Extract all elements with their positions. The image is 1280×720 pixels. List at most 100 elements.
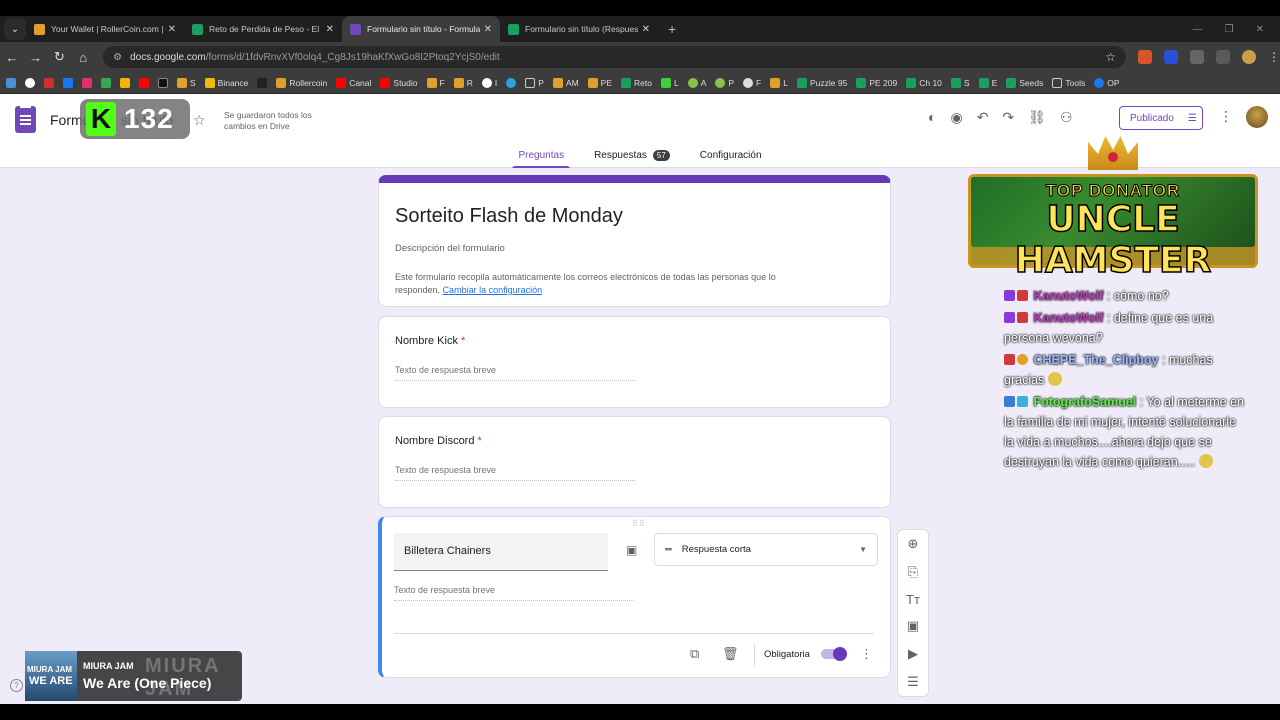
reload-icon[interactable]: ↻ xyxy=(48,49,72,65)
bookmark-item[interactable]: Ch 10 xyxy=(906,77,942,88)
minimize-icon[interactable]: — xyxy=(1193,24,1203,35)
drag-handle-icon[interactable]: ⠿⠿ xyxy=(632,519,646,528)
bookmark-favicon-icon xyxy=(587,77,598,88)
help-icon[interactable]: ? xyxy=(10,679,23,692)
bookmark-item[interactable] xyxy=(158,77,168,88)
avatar[interactable] xyxy=(1246,106,1268,128)
add-title-icon[interactable]: Tт xyxy=(906,592,920,607)
close-tab-icon[interactable]: ✕ xyxy=(326,24,334,35)
extension-fox-icon[interactable] xyxy=(1137,50,1152,64)
bookmark-item[interactable]: Puzzle 95 xyxy=(796,77,847,88)
bookmark-item[interactable]: L xyxy=(660,77,679,88)
bookmark-item[interactable]: L xyxy=(770,77,788,88)
browser-tab-rollercoin[interactable]: Your Wallet | RollerCoin.com | T ✕ xyxy=(26,16,184,42)
bookmark-item[interactable] xyxy=(63,77,73,88)
form-title[interactable]: Sorteito Flash de Monday xyxy=(395,205,623,228)
tab-search-dropdown[interactable]: ⌄ xyxy=(4,18,26,40)
palette-icon[interactable]: ◐ xyxy=(928,109,936,126)
add-question-icon[interactable]: ⊕ xyxy=(908,536,919,552)
bookmark-item[interactable]: A xyxy=(687,77,706,88)
new-tab-icon[interactable]: + xyxy=(668,21,676,37)
form-description[interactable]: Descripción del formulario xyxy=(395,243,505,254)
close-tab-icon[interactable]: ✕ xyxy=(484,24,492,35)
browser-toolbar: ← → ↻ ⌂ ⚙ docs.google.com/forms/d/1fdvRn… xyxy=(0,42,1280,72)
published-button[interactable]: Publicado ☰ xyxy=(1119,106,1203,130)
bookmark-item[interactable]: OP xyxy=(1094,77,1119,88)
browser-tab-forms[interactable]: Formulario sin título - Formula ✕ xyxy=(342,16,500,42)
profile-avatar-icon[interactable] xyxy=(1241,50,1256,64)
import-questions-icon[interactable]: ⎘ xyxy=(908,564,918,580)
question-card[interactable]: Nombre Kick * Texto de respuesta breve xyxy=(378,316,891,408)
required-toggle[interactable] xyxy=(821,647,847,661)
more-options-icon[interactable]: ⋮ xyxy=(860,646,873,662)
bookmark-item[interactable]: R xyxy=(453,77,473,88)
bookmark-item[interactable]: Binance xyxy=(204,77,248,88)
bookmark-item[interactable]: Canal xyxy=(336,77,371,88)
close-tab-icon[interactable]: ✕ xyxy=(168,24,176,35)
tab-questions[interactable]: Preguntas xyxy=(512,148,570,169)
sidepanel-icon[interactable] xyxy=(1215,50,1230,64)
home-icon[interactable]: ⌂ xyxy=(71,50,95,65)
bookmark-item[interactable] xyxy=(257,77,268,88)
bookmark-item[interactable]: Seeds xyxy=(1006,77,1043,88)
site-info-icon[interactable]: ⚙ xyxy=(113,52,122,63)
bookmark-item[interactable]: S xyxy=(950,77,970,88)
browser-tab-responses[interactable]: Formulario sin título (Respuesta ✕ xyxy=(500,16,658,42)
more-options-icon[interactable]: ⋮ xyxy=(1219,108,1233,125)
bookmark-item[interactable]: Reto xyxy=(621,77,652,88)
add-image-icon[interactable]: ▣ xyxy=(626,543,637,557)
bookmark-item[interactable]: E xyxy=(978,77,997,88)
redo-icon[interactable]: ↷ xyxy=(1002,109,1014,126)
question-type-select[interactable]: ═ Respuesta corta ▼ xyxy=(654,533,878,566)
tab-settings[interactable]: Configuración xyxy=(694,148,768,169)
add-collaborator-icon[interactable]: ⚇ xyxy=(1060,109,1073,126)
bookmark-item[interactable]: PE 209 xyxy=(856,77,897,88)
bookmark-item[interactable] xyxy=(44,77,54,88)
bookmark-item[interactable]: I xyxy=(481,77,497,88)
bookmark-item[interactable] xyxy=(82,77,92,88)
tab-responses[interactable]: Respuestas 57 xyxy=(588,148,676,169)
close-window-icon[interactable]: ✕ xyxy=(1256,24,1264,35)
bookmark-item[interactable] xyxy=(25,77,35,88)
bookmark-item[interactable]: AM xyxy=(552,77,579,88)
restore-icon[interactable]: ❐ xyxy=(1225,24,1234,35)
form-title-card[interactable]: Sorteito Flash de Monday Descripción del… xyxy=(378,175,891,307)
bookmark-star-icon[interactable]: ☆ xyxy=(1105,50,1116,64)
bookmark-item[interactable]: Studio xyxy=(380,77,418,88)
bookmark-item[interactable] xyxy=(506,77,517,88)
bookmark-item[interactable]: Tools xyxy=(1052,77,1085,88)
back-icon[interactable]: ← xyxy=(0,50,24,65)
bookmark-item[interactable] xyxy=(101,77,111,88)
bookmark-item[interactable]: F xyxy=(426,77,445,88)
question-card[interactable]: Nombre Discord * Texto de respuesta brev… xyxy=(378,416,891,508)
bookmark-item[interactable]: F xyxy=(743,77,761,88)
chrome-menu-icon[interactable]: ⋮ xyxy=(1268,50,1280,64)
active-question-card[interactable]: ⠿⠿ Billetera Chainers ▣ ═ Respuesta cort… xyxy=(378,516,891,678)
extensions-puzzle-icon[interactable] xyxy=(1189,50,1204,64)
bookmark-item[interactable] xyxy=(139,77,149,88)
address-bar[interactable]: ⚙ docs.google.com/forms/d/1fdvRnvXVf0olq… xyxy=(103,46,1126,68)
browser-tab-reto[interactable]: Reto de Perdida de Peso - El M ✕ xyxy=(184,16,342,42)
add-video-icon[interactable]: ▶ xyxy=(908,646,918,662)
add-section-icon[interactable]: ☰ xyxy=(907,674,919,690)
bookmark-item[interactable] xyxy=(6,77,16,88)
close-tab-icon[interactable]: ✕ xyxy=(642,24,650,35)
change-settings-link[interactable]: Cambiar la configuración xyxy=(443,285,543,295)
delete-icon[interactable]: 🗑 xyxy=(722,646,739,662)
bookmark-item[interactable]: P xyxy=(715,77,734,88)
question-title-input[interactable]: Billetera Chainers xyxy=(394,533,608,571)
bookmark-item[interactable]: S xyxy=(177,77,196,88)
bookmark-item[interactable]: PE xyxy=(587,77,612,88)
bookmark-item[interactable]: Rollercoin xyxy=(276,77,327,88)
extension-bitwarden-icon[interactable] xyxy=(1163,50,1178,64)
duplicate-icon[interactable]: ⧉ xyxy=(690,646,699,662)
add-image-icon[interactable]: ▣ xyxy=(907,618,919,634)
bookmark-item[interactable] xyxy=(120,77,130,88)
preview-eye-icon[interactable]: ◉ xyxy=(950,109,962,126)
bookmark-item[interactable]: P xyxy=(525,77,544,88)
star-icon[interactable]: ☆ xyxy=(193,112,206,129)
google-forms-logo-icon[interactable] xyxy=(15,106,36,133)
forward-icon[interactable]: → xyxy=(24,50,48,65)
undo-icon[interactable]: ↶ xyxy=(977,109,989,126)
link-icon[interactable]: ⛓ xyxy=(1028,109,1046,126)
